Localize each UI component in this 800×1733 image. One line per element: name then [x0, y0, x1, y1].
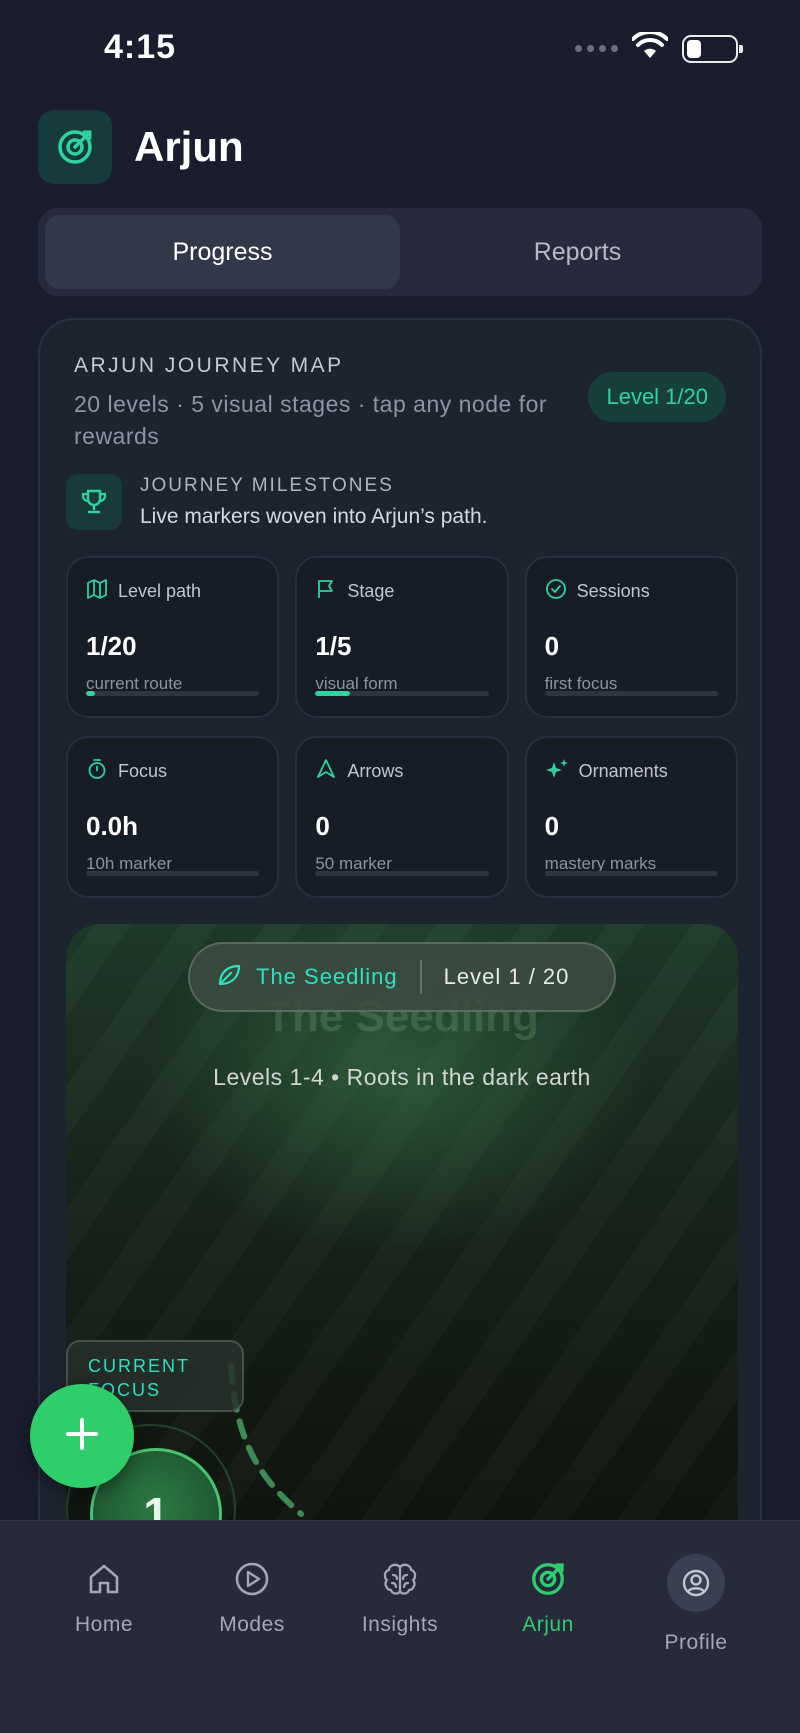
stat-label: Stage — [347, 581, 395, 601]
journey-map-card: ARJUN JOURNEY MAP 20 levels · 5 visual s… — [38, 318, 762, 1618]
milestones-title: JOURNEY MILESTONES — [140, 475, 394, 496]
stat-progress-bar — [86, 871, 260, 876]
tab-reports[interactable]: Reports — [400, 215, 755, 289]
stat-value: 0 — [544, 811, 560, 841]
plus-icon — [64, 1416, 100, 1457]
map-icon — [86, 578, 108, 605]
page-title: Arjun — [134, 123, 244, 170]
stat-progress-bar — [86, 691, 260, 696]
user-circle-icon — [667, 1554, 725, 1612]
stat-card-sessions[interactable]: Sessions 0 first focus — [524, 556, 738, 718]
stat-card-arrows[interactable]: Arrows 0 50 marker — [295, 736, 509, 898]
stat-label: Focus — [118, 761, 168, 781]
target-icon — [38, 110, 112, 184]
stat-card-stage[interactable]: Stage 1/5 visual form — [295, 556, 509, 718]
nav-item-arjun[interactable]: Arjun — [474, 1521, 622, 1733]
bottom-nav: Home Modes Insights Arjun Profile — [0, 1520, 800, 1733]
stat-value: 1/5 — [315, 631, 352, 661]
milestones-description: Live markers woven into Arjun’s path. — [140, 505, 488, 528]
nav-item-insights[interactable]: Insights — [326, 1521, 474, 1733]
nav-label: Modes — [219, 1613, 285, 1636]
stat-progress-bar — [315, 691, 489, 696]
stat-progress-bar — [544, 691, 718, 696]
stat-label: Sessions — [576, 581, 650, 601]
nav-label: Arjun — [522, 1613, 574, 1636]
stat-value: 0 — [315, 811, 330, 841]
stat-card-ornaments[interactable]: Ornaments 0 mastery marks — [524, 736, 738, 898]
journey-subtitle: 20 levels · 5 visual stages · tap any no… — [74, 391, 548, 449]
journey-scene[interactable]: The Seedling The Seedling Level 1 / 20 L… — [66, 924, 738, 1616]
home-icon — [86, 1557, 122, 1601]
stat-progress-bar — [315, 871, 489, 876]
flag-icon — [315, 578, 337, 605]
stat-progress-bar — [544, 871, 718, 876]
sparkles-icon — [545, 758, 569, 785]
stat-card-focus[interactable]: Focus 0.0h 10h marker — [66, 736, 280, 898]
stat-value: 1/20 — [86, 631, 137, 661]
signal-icon — [575, 45, 618, 52]
app-header: Arjun — [38, 110, 244, 184]
nav-item-home[interactable]: Home — [30, 1521, 178, 1733]
stat-value: 0.0h — [86, 811, 139, 841]
stats-grid: Level path 1/20 current route Stage 1/5 … — [66, 556, 738, 898]
target-icon — [529, 1557, 567, 1601]
play-circle-icon — [234, 1557, 270, 1601]
trophy-icon — [66, 474, 122, 530]
stat-label: Arrows — [347, 761, 404, 781]
stopwatch-icon — [86, 758, 108, 785]
nav-label: Profile — [664, 1631, 728, 1654]
nav-item-modes[interactable]: Modes — [178, 1521, 326, 1733]
battery-icon — [682, 34, 743, 63]
journey-title: ARJUN JOURNEY MAP — [74, 354, 344, 377]
journey-milestones: JOURNEY MILESTONES Live markers woven in… — [66, 474, 487, 530]
brain-icon — [381, 1557, 419, 1601]
tab-progress[interactable]: Progress — [45, 215, 400, 289]
add-button[interactable] — [30, 1384, 134, 1488]
nav-label: Home — [74, 1613, 134, 1636]
stat-value: 0 — [544, 631, 560, 661]
segmented-tabs: Progress Reports — [38, 208, 762, 296]
status-bar: 4:15 — [0, 0, 800, 100]
arrow-icon — [315, 758, 337, 785]
level-badge: Level 1/20 — [588, 372, 726, 422]
nav-item-profile[interactable]: Profile — [622, 1521, 770, 1733]
status-indicators — [575, 29, 743, 65]
wifi-icon — [631, 29, 669, 65]
nav-label: Insights — [361, 1613, 439, 1636]
check-circle-icon — [545, 578, 567, 605]
stat-label: Level path — [118, 581, 202, 601]
stat-label: Ornaments — [578, 761, 668, 781]
status-time: 4:15 — [104, 28, 177, 66]
stat-card-level-path[interactable]: Level path 1/20 current route — [66, 556, 280, 718]
